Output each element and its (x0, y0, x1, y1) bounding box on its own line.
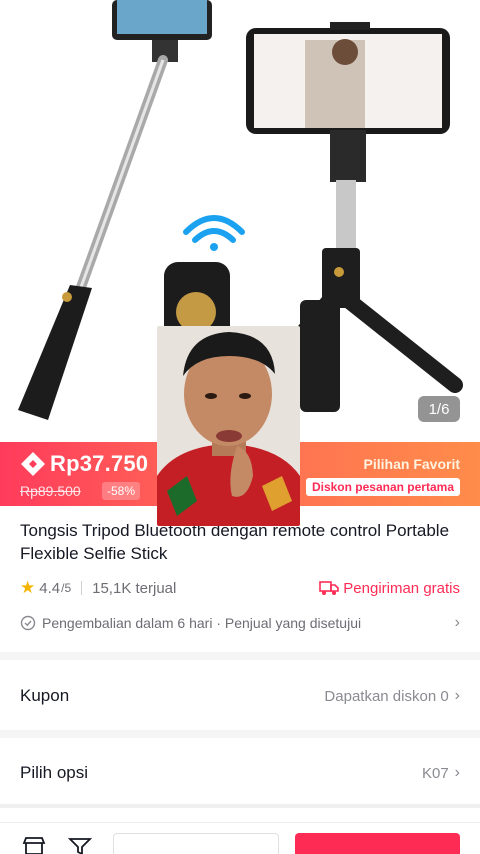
free-shipping[interactable]: Pengiriman gratis (319, 580, 460, 597)
rating-row[interactable]: ★ 4.4 /5 15,1K terjual Pengiriman gratis (20, 578, 460, 598)
free-shipping-label: Pengiriman gratis (343, 579, 460, 597)
original-price: Rp89.500 (20, 483, 81, 499)
current-price: Rp37.750 (50, 451, 149, 476)
check-circle-icon (20, 615, 36, 631)
separator (81, 581, 83, 595)
sold-count: 15,1K terjual (92, 579, 177, 597)
price-tag-icon (21, 452, 45, 476)
buy-now-button[interactable] (295, 833, 460, 854)
chevron-right-icon: › (454, 764, 460, 781)
section-divider (0, 730, 480, 738)
chevron-right-icon: › (454, 614, 460, 631)
bottom-action-bar (0, 822, 480, 854)
policy-text: Pengembalian dalam 6 hari · Penjual yang… (42, 615, 362, 631)
section-divider (0, 652, 480, 660)
coupon-value: Dapatkan diskon 0 (324, 687, 449, 705)
policy-row[interactable]: Pengembalian dalam 6 hari · Penjual yang… (20, 613, 460, 633)
select-option-row[interactable]: Pilih opsi K07 › (20, 758, 460, 788)
chat-icon[interactable] (68, 837, 92, 854)
rating-value: 4.4 (39, 579, 61, 597)
truck-icon (319, 581, 340, 595)
option-value: K07 (421, 764, 449, 782)
store-icon[interactable] (22, 837, 46, 854)
image-page-indicator: 1/6 (418, 396, 460, 422)
section-divider (0, 804, 480, 808)
add-to-cart-button[interactable] (113, 833, 279, 854)
discount-badge: -58% (102, 482, 141, 500)
first-order-discount-badge: Diskon pesanan pertama (305, 478, 460, 496)
rating-max: /5 (61, 581, 72, 595)
chevron-right-icon: › (454, 687, 460, 704)
coupon-row[interactable]: Kupon Dapatkan diskon 0 › (20, 681, 460, 711)
option-label: Pilih opsi (20, 763, 89, 782)
star-icon: ★ (20, 578, 36, 597)
favorite-label: Pilihan Favorit (363, 456, 460, 472)
coupon-label: Kupon (20, 686, 70, 705)
live-presenter-video (157, 326, 300, 526)
presenter-image (157, 326, 300, 526)
